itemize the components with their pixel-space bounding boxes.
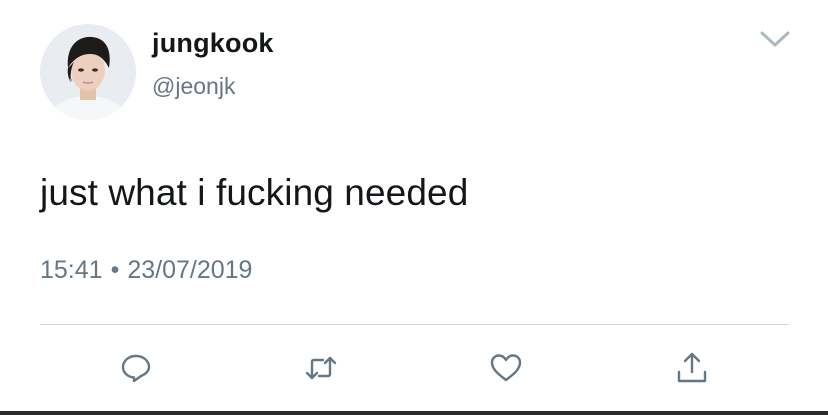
timestamp[interactable]: 15:41 • 23/07/2019 (40, 256, 252, 285)
divider (40, 324, 789, 325)
timestamp-separator: • (110, 256, 120, 284)
user-handle[interactable]: @jeonjk (152, 73, 235, 100)
retweet-icon[interactable] (303, 350, 339, 386)
tweet-text: just what i fucking needed (40, 172, 469, 213)
heart-icon[interactable] (488, 350, 524, 386)
tweet-time: 15:41 (40, 256, 103, 284)
tweet-card: jungkook @jeonjk just what i fucking nee… (0, 0, 828, 411)
chevron-down-icon[interactable] (758, 26, 792, 52)
display-name[interactable]: jungkook (152, 28, 274, 59)
reply-icon[interactable] (118, 350, 154, 386)
bottom-border (0, 411, 828, 415)
tweet-date: 23/07/2019 (127, 256, 253, 284)
avatar-image (40, 24, 136, 120)
avatar[interactable] (40, 24, 136, 120)
share-icon[interactable] (674, 350, 710, 386)
